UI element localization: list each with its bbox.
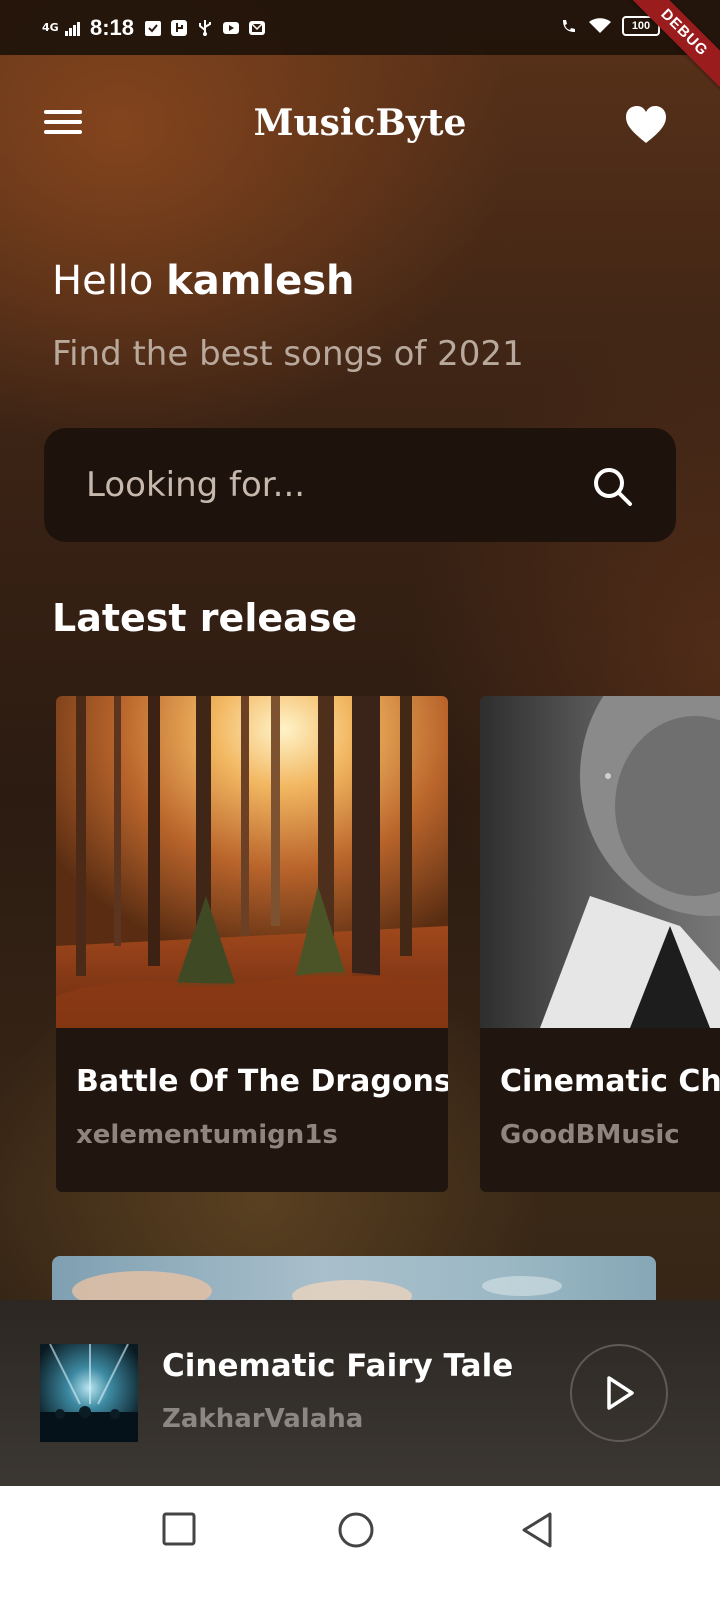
- now-playing-bar[interactable]: Cinematic Fairy Tale ZakharValaha: [0, 1300, 720, 1486]
- play-icon: [607, 1376, 634, 1410]
- wifi-icon: [588, 17, 612, 35]
- status-time: 8:18: [90, 14, 135, 40]
- app-screen: 4G 8:18 100 DEBUG MusicByte Hello kamles…: [0, 0, 720, 1600]
- play-button[interactable]: [570, 1344, 668, 1442]
- release-card[interactable]: Battle Of The Dragons xelementumign1s: [56, 696, 448, 1192]
- check-square-icon: [144, 19, 162, 37]
- app-bar: MusicByte: [0, 90, 720, 160]
- back-triangle-icon[interactable]: [516, 1508, 560, 1552]
- youtube-icon: [222, 19, 240, 37]
- greeting: Hello kamlesh: [52, 258, 355, 304]
- wifi-call-icon: [560, 17, 578, 35]
- app-title: MusicByte: [253, 102, 467, 144]
- sad-man-bw-image: [480, 696, 720, 1028]
- release-card[interactable]: Cinematic Ch GoodBMusic: [480, 696, 720, 1192]
- release-title: Battle Of The Dragons: [76, 1064, 448, 1099]
- usb-debug-icon: [170, 19, 188, 37]
- home-circle-icon[interactable]: [334, 1508, 378, 1552]
- latest-release-list: Battle Of The Dragons xelementumign1s Ci…: [56, 696, 720, 1194]
- now-playing-artist: ZakharValaha: [162, 1404, 364, 1434]
- greeting-hello: Hello: [52, 258, 154, 304]
- greeting-subtitle: Find the best songs of 2021: [52, 334, 524, 374]
- release-artist: GoodBMusic: [500, 1120, 680, 1150]
- mail-icon: [248, 19, 266, 37]
- signal-icon: [64, 19, 82, 37]
- debug-banner: DEBUG: [618, 0, 720, 99]
- search-icon[interactable]: [590, 464, 634, 508]
- concert-stage-image: [40, 1344, 138, 1442]
- latest-release-heading: Latest release: [52, 596, 358, 640]
- search-input[interactable]: [86, 458, 566, 512]
- release-artist: xelementumign1s: [76, 1120, 338, 1150]
- system-nav-bar: [0, 1486, 720, 1600]
- search-bar: [44, 428, 676, 542]
- heart-icon[interactable]: [624, 104, 668, 146]
- battery-level: 100: [631, 20, 651, 32]
- release-title: Cinematic Ch: [500, 1064, 720, 1099]
- usb-icon: [196, 19, 214, 37]
- recents-square-icon[interactable]: [158, 1508, 202, 1552]
- now-playing-title: Cinematic Fairy Tale: [162, 1348, 514, 1384]
- autumn-forest-image: [56, 696, 448, 1028]
- user-name: kamlesh: [166, 258, 355, 304]
- status-bar: 4G 8:18 100 DEBUG: [0, 0, 720, 99]
